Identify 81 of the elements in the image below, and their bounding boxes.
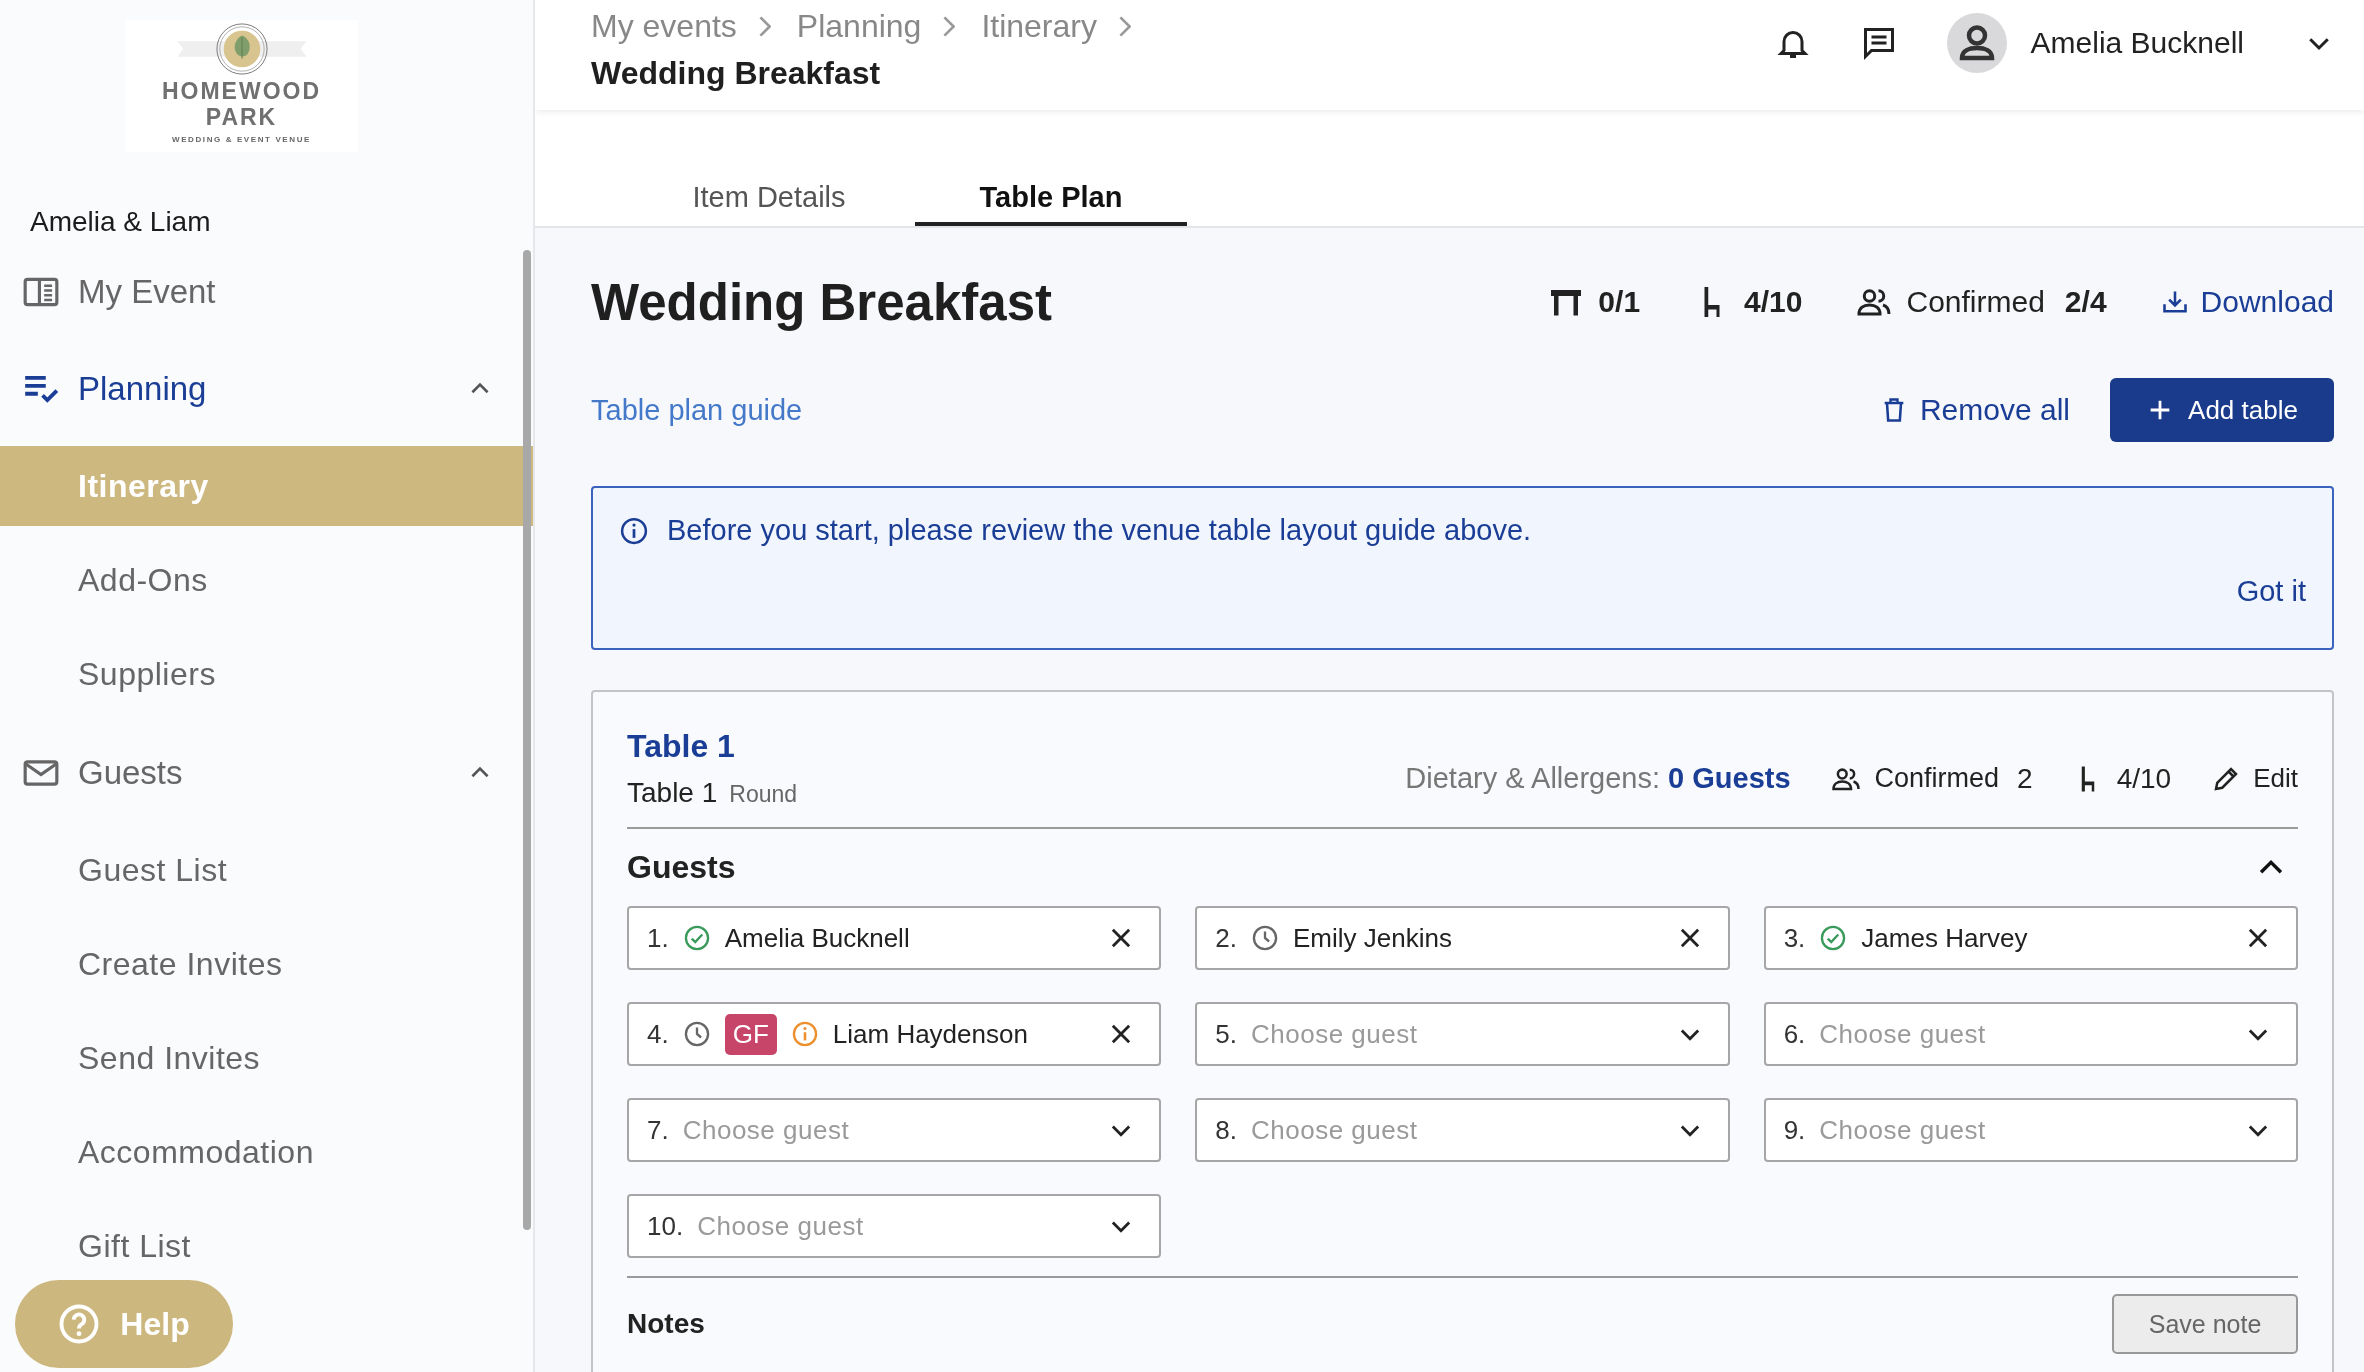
add-table-button[interactable]: Add table [2110, 378, 2334, 442]
guest-field[interactable]: 3. James Harvey [1763, 906, 2298, 970]
seat-count: 4/10 [2116, 762, 2172, 795]
remove-all-button[interactable]: Remove all [1879, 393, 2070, 427]
seat-number: 7. [647, 1114, 669, 1146]
section-heading: Notes [627, 1308, 705, 1340]
edit-button[interactable]: Edit [2211, 763, 2298, 794]
breadcrumb-link[interactable]: Itinerary [981, 8, 1097, 45]
help-icon [58, 1303, 101, 1345]
stat-value: 2/4 [2064, 285, 2107, 319]
logo-tagline: WEDDING & EVENT VENUE [172, 135, 311, 144]
seat-number: 2. [1215, 922, 1237, 954]
chevron-icon [758, 16, 771, 37]
seat-number: 5. [1215, 1018, 1237, 1050]
seat-number: 1. [647, 922, 669, 954]
seat-number: 9. [1783, 1114, 1806, 1146]
nav-item[interactable]: Guests [0, 733, 533, 813]
placeholder-text: Choose guest [682, 1114, 851, 1146]
page-title: Wedding Breakfast [591, 55, 882, 92]
scrollbar-thumb[interactable] [523, 250, 531, 1230]
nav-item[interactable]: My Event [0, 252, 533, 332]
user-name[interactable]: Amelia Bucknell [2030, 26, 2244, 60]
guest-dropdown[interactable]: 5. Choose guest [1195, 1002, 1730, 1066]
nav-item[interactable]: Send Invites [0, 1018, 533, 1098]
stat-value: 0/1 [1598, 285, 1641, 319]
guest-field[interactable]: 4. GF Liam Haydenson [627, 1002, 1162, 1066]
dietary-summary: Dietary & Allergens: 0 Guests [1405, 762, 1791, 795]
guest-field[interactable]: 2. Emily Jenkins [1195, 906, 1730, 970]
placeholder-text: Choose guest [1251, 1114, 1419, 1146]
guest-dropdown[interactable]: 6. Choose guest [1763, 1002, 2298, 1066]
placeholder-text: Choose guest [1251, 1018, 1419, 1050]
placeholder-text: Choose guest [697, 1210, 865, 1242]
shape-label: Round [729, 781, 798, 808]
guest-dropdown[interactable]: 7. Choose guest [627, 1098, 1162, 1162]
confirmed-count: 2 [2017, 762, 2033, 795]
breadcrumb-link[interactable]: Planning [796, 8, 922, 45]
seat-number: 3. [1783, 922, 1806, 954]
dismiss-button[interactable]: Got it [2236, 575, 2306, 608]
section-heading: Guests [627, 849, 736, 886]
diet-tag: GF [724, 1013, 777, 1055]
table-title: Table 1 [627, 728, 736, 765]
nav-item[interactable]: Guest List [0, 830, 533, 910]
nav-item[interactable]: Suppliers [0, 634, 533, 714]
table-name: Table 1 [627, 777, 718, 809]
chevron-icon [943, 16, 956, 37]
chevron-icon [1118, 16, 1131, 37]
logo-wordmark: HOMEWOOD PARK [160, 78, 323, 130]
event-name: Amelia & Liam [30, 205, 212, 239]
nav-item[interactable]: Create Invites [0, 924, 533, 1004]
guest-field[interactable]: 1. Amelia Bucknell [627, 906, 1162, 970]
confirmed-label: Confirmed [1874, 763, 2000, 794]
guest-name: Emily Jenkins [1293, 922, 1453, 954]
guest-dropdown[interactable]: 10. Choose guest [627, 1194, 1162, 1258]
placeholder-text: Choose guest [1819, 1018, 1987, 1050]
nav-label: My Event [78, 273, 217, 311]
nav-item[interactable]: Accommodation [0, 1112, 533, 1192]
tab[interactable]: Item Details [633, 172, 905, 226]
download-link[interactable]: Download [2160, 285, 2334, 319]
guest-dropdown[interactable]: 8. Choose guest [1195, 1098, 1730, 1162]
guest-dropdown[interactable]: 9. Choose guest [1763, 1098, 2298, 1162]
guest-name: Liam Haydenson [832, 1018, 1029, 1050]
info-message: Before you start, please review the venue table layout guide above. [667, 514, 1532, 547]
seat-number: 6. [1783, 1018, 1806, 1050]
guest-name: Amelia Bucknell [724, 922, 911, 954]
breadcrumb-link[interactable]: My events [591, 8, 737, 45]
avatar-icon[interactable] [1946, 13, 2007, 73]
guide-link[interactable]: Table plan guide [591, 393, 803, 427]
seat-number: 4. [647, 1018, 669, 1050]
guest-name: James Harvey [1861, 922, 2029, 954]
nav-item[interactable]: Add-Ons [0, 540, 533, 620]
plan-title: Wedding Breakfast [591, 272, 1052, 332]
nav-item[interactable]: Planning [0, 349, 533, 429]
seat-number: 8. [1215, 1114, 1237, 1146]
placeholder-text: Choose guest [1819, 1114, 1987, 1146]
tab[interactable]: Table Plan [915, 172, 1187, 226]
nav-label: Planning [78, 370, 208, 408]
info-icon [619, 515, 649, 546]
stat-value: 4/10 [1744, 285, 1803, 319]
stat-label: Confirmed [1906, 285, 2045, 319]
seat-number: 10. [647, 1210, 684, 1242]
nav-label: Guests [78, 754, 184, 792]
